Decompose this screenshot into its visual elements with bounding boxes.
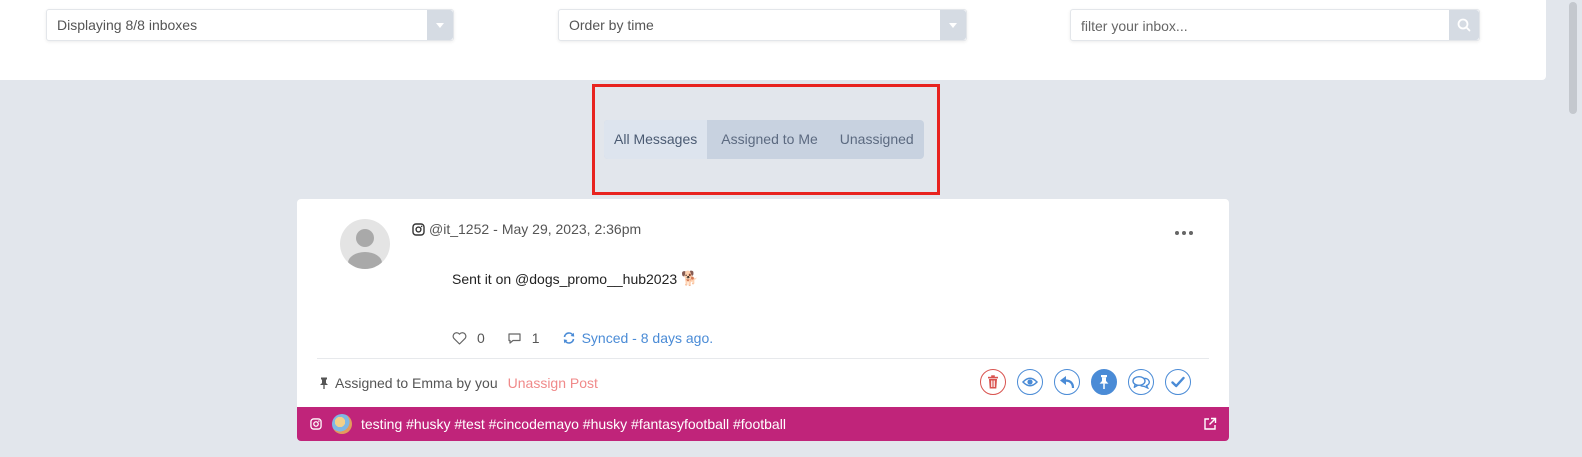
order-select[interactable]: Order by time [558, 9, 967, 41]
divider [317, 358, 1209, 359]
comments-count: 1 [531, 330, 540, 346]
chat-icon [1132, 375, 1150, 389]
comments-stat: 1 [507, 330, 540, 346]
chevron-down-icon[interactable] [427, 10, 453, 40]
instagram-icon [412, 222, 425, 236]
avatar[interactable] [340, 219, 390, 269]
complete-button[interactable] [1165, 369, 1191, 395]
inbox-select-label: Displaying 8/8 inboxes [57, 17, 198, 33]
message-body: Sent it on @dogs_promo__hub2023 🐕 [452, 270, 699, 287]
message-text: Sent it on @dogs_promo__hub2023 [452, 270, 678, 287]
unassign-post-link[interactable]: Unassign Post [508, 375, 598, 391]
post-caption: testing #husky #test #cincodemayo #husky… [361, 416, 786, 432]
inbox-select[interactable]: Displaying 8/8 inboxes [46, 9, 454, 41]
post-thumbnail[interactable] [332, 414, 352, 434]
assignment-text: Assigned to Emma by you [335, 375, 498, 391]
likes-count: 0 [477, 330, 485, 346]
author-handle[interactable]: @it_1252 [429, 221, 489, 237]
likes-stat: 0 [452, 330, 485, 346]
message-filter-tabs: All Messages Assigned to Me Unassigned [604, 120, 924, 159]
view-button[interactable] [1017, 369, 1043, 395]
heart-icon[interactable] [452, 331, 467, 345]
search-icon [1457, 18, 1471, 32]
filter-panel: Displaying 8/8 inboxes Order by time [0, 0, 1546, 80]
reply-icon [1060, 376, 1075, 389]
check-icon [1171, 376, 1185, 388]
trash-icon [988, 375, 998, 389]
conversation-button[interactable] [1128, 369, 1154, 395]
inbox-search [1070, 9, 1480, 42]
tab-all-messages[interactable]: All Messages [604, 120, 708, 159]
message-stats: 0 1 Synced - 8 days ago. [452, 330, 713, 346]
sync-icon [563, 332, 574, 344]
reply-button[interactable] [1054, 369, 1080, 395]
post-context-bar[interactable]: testing #husky #test #cincodemayo #husky… [297, 407, 1229, 441]
pin-button[interactable] [1091, 369, 1117, 395]
comment-icon[interactable] [507, 332, 522, 345]
more-options-icon[interactable] [1175, 231, 1193, 235]
message-actions [980, 369, 1191, 395]
assignment-row: Assigned to Emma by you Unassign Post [317, 375, 598, 391]
meta-separator: - [493, 221, 498, 237]
eye-icon [1022, 377, 1038, 387]
scrollbar[interactable] [1564, 0, 1582, 457]
message-card: @it_1252 - May 29, 2023, 2:36pm Sent it … [297, 199, 1229, 408]
pin-icon [1099, 375, 1109, 389]
external-link-icon[interactable] [1203, 417, 1217, 431]
message-timestamp: May 29, 2023, 2:36pm [501, 221, 642, 237]
scrollbar-thumb[interactable] [1569, 2, 1577, 114]
dog-emoji: 🐕 [681, 270, 699, 286]
tab-unassigned[interactable]: Unassigned [830, 120, 924, 159]
sync-status[interactable]: Synced - 8 days ago. [562, 330, 714, 346]
sync-text: Synced - 8 days ago. [581, 330, 714, 346]
order-select-label: Order by time [569, 17, 654, 33]
instagram-icon [310, 418, 322, 430]
search-button[interactable] [1449, 10, 1479, 40]
pin-icon [320, 377, 328, 389]
search-input[interactable] [1071, 10, 1458, 42]
chevron-down-icon[interactable] [940, 10, 966, 40]
user-placeholder-icon [348, 229, 382, 269]
delete-button[interactable] [980, 369, 1006, 395]
message-meta: @it_1252 - May 29, 2023, 2:36pm [412, 221, 641, 237]
tab-assigned-to-me[interactable]: Assigned to Me [707, 120, 830, 159]
